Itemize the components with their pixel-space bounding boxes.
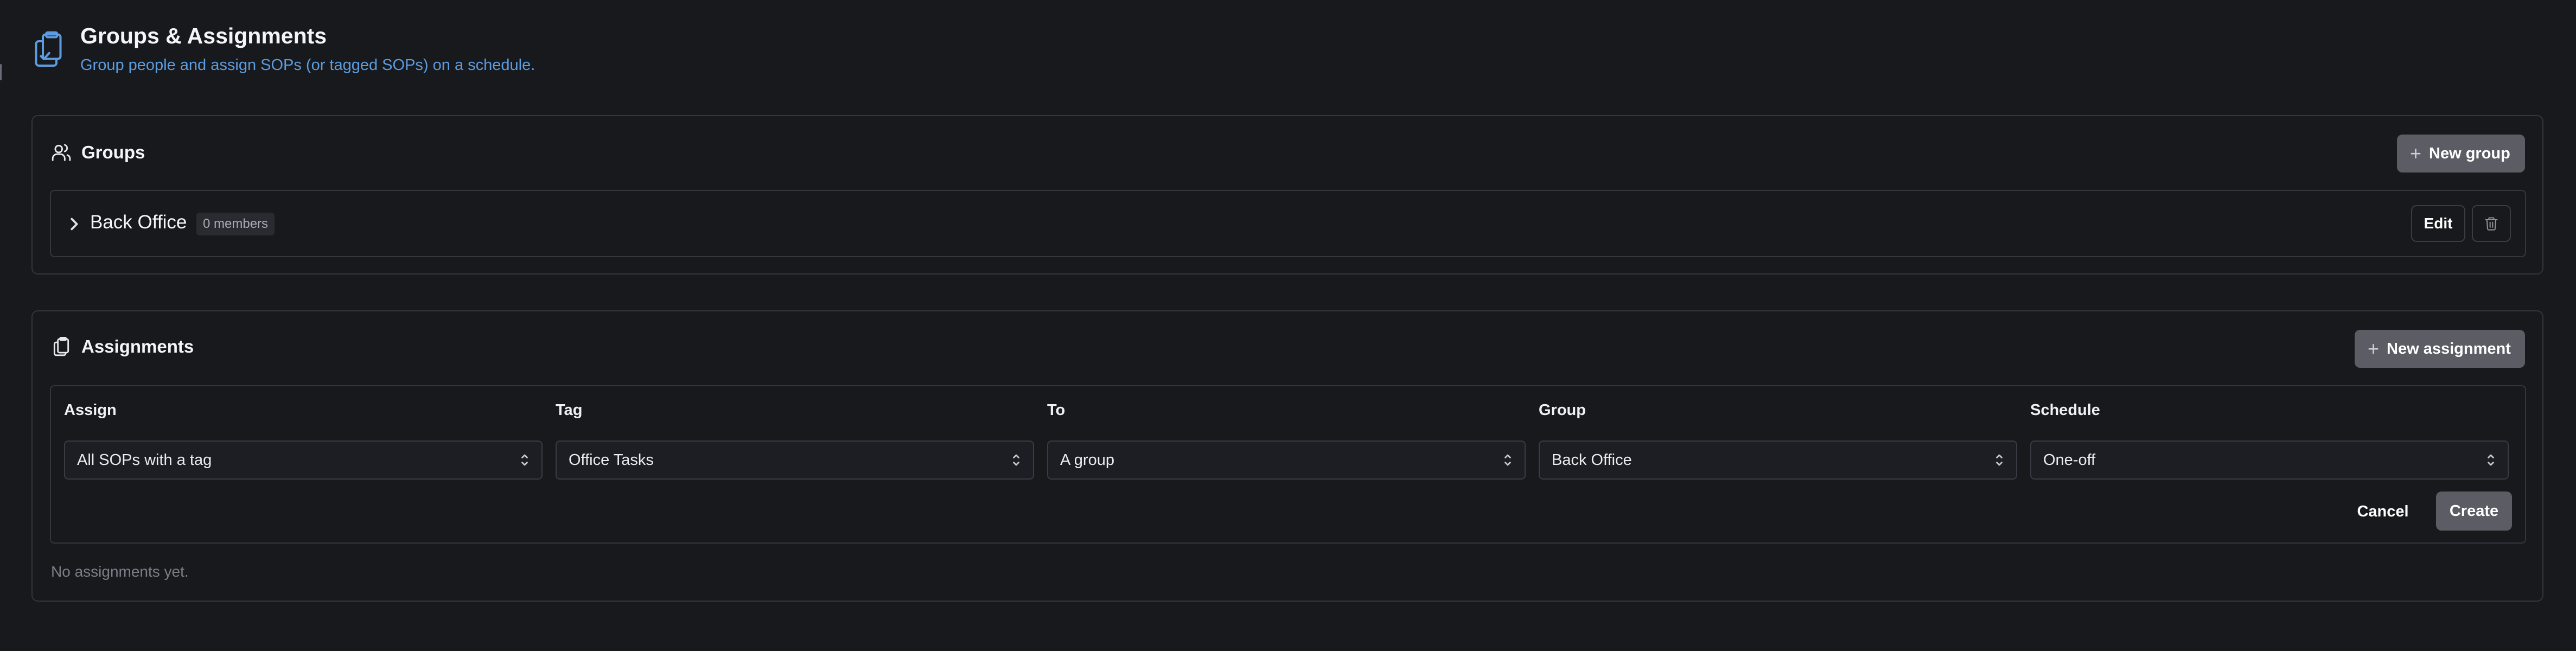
assign-field: Assign All SOPs with a tag	[64, 401, 543, 480]
group-select[interactable]: Back Office	[1539, 441, 2017, 480]
chevron-up-down-icon	[2488, 454, 2494, 466]
page-subtitle: Group people and assign SOPs (or tagged …	[80, 56, 535, 74]
to-field: To A group	[1047, 401, 1526, 480]
group-label: Group	[1539, 401, 1586, 419]
assign-select[interactable]: All SOPs with a tag	[64, 441, 543, 480]
chevron-up-down-icon	[1996, 454, 2003, 466]
groups-card: Groups + New group Back Office 0 members…	[31, 115, 2543, 275]
page-header: Groups & Assignments Group people and as…	[31, 20, 535, 74]
tag-label: Tag	[556, 401, 583, 419]
new-group-label: New group	[2429, 144, 2510, 162]
assign-value: All SOPs with a tag	[77, 451, 212, 469]
plus-icon: +	[2368, 337, 2380, 360]
to-label: To	[1047, 401, 1066, 419]
plus-icon: +	[2410, 142, 2422, 164]
tag-value: Office Tasks	[569, 451, 654, 469]
page-title: Groups & Assignments	[80, 23, 327, 48]
clipboard-icon	[53, 336, 69, 356]
schedule-label: Schedule	[2030, 401, 2100, 419]
assignments-title: Assignments	[81, 336, 194, 356]
tag-select[interactable]: Office Tasks	[556, 441, 1034, 480]
schedule-select[interactable]: One-off	[2030, 441, 2509, 480]
schedule-field: Schedule One-off	[2030, 401, 2509, 480]
clipboard-copy-icon	[35, 31, 62, 67]
group-value: Back Office	[1552, 451, 1632, 469]
empty-state-text: No assignments yet.	[51, 563, 189, 580]
new-group-button[interactable]: + New group	[2397, 135, 2525, 173]
chevron-up-down-icon	[1013, 454, 1019, 466]
edit-group-button[interactable]: Edit	[2411, 205, 2465, 242]
new-assignment-label: New assignment	[2387, 340, 2511, 358]
assignments-heading: Assignments	[51, 336, 194, 357]
assignment-form: Assign All SOPs with a tag Tag Office Ta…	[50, 385, 2526, 544]
chevron-up-down-icon	[521, 454, 528, 466]
create-button[interactable]: Create	[2436, 492, 2512, 531]
tag-field: Tag Office Tasks	[556, 401, 1034, 480]
chevron-up-down-icon	[1504, 454, 1511, 466]
edge-handle	[0, 64, 2, 80]
users-icon	[52, 144, 71, 161]
group-row[interactable]: Back Office 0 members Edit	[50, 190, 2526, 257]
groups-title: Groups	[81, 142, 145, 162]
group-field: Group Back Office	[1539, 401, 2017, 480]
members-badge: 0 members	[196, 213, 275, 235]
groups-heading: Groups	[51, 142, 145, 163]
to-select[interactable]: A group	[1047, 441, 1526, 480]
page: Groups & Assignments Group people and as…	[0, 0, 2576, 651]
assignments-card: Assignments + New assignment Assign All …	[31, 310, 2543, 602]
delete-group-button[interactable]	[2472, 205, 2511, 242]
to-value: A group	[1060, 451, 1114, 469]
cancel-button[interactable]: Cancel	[2350, 493, 2415, 531]
schedule-value: One-off	[2043, 451, 2096, 469]
chevron-right-icon[interactable]	[67, 216, 80, 232]
assign-label: Assign	[64, 401, 117, 419]
new-assignment-button[interactable]: + New assignment	[2355, 330, 2525, 368]
group-name: Back Office	[90, 212, 187, 233]
trash-icon	[2485, 217, 2498, 231]
